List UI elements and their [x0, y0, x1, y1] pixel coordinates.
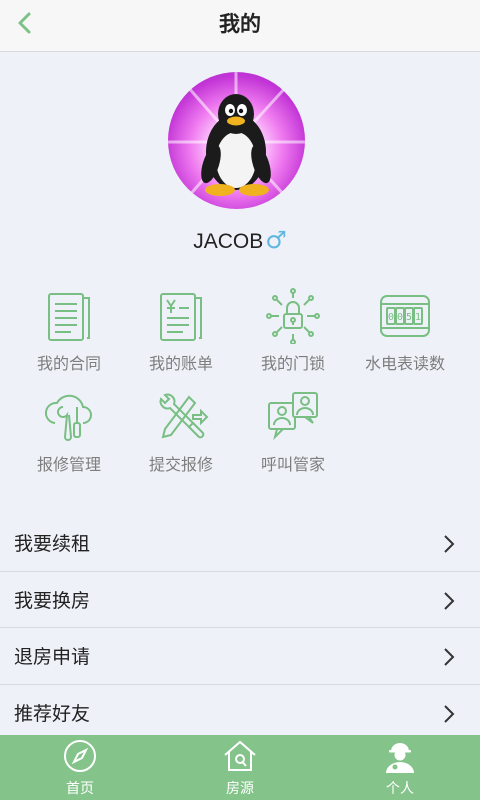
tab-label: 首页 — [66, 781, 94, 797]
tab-label: 个人 — [386, 781, 414, 797]
chevron-right-icon — [444, 535, 455, 553]
grid-item-submit-repair[interactable]: 提交报修 — [126, 389, 236, 485]
tab-label: 房源 — [226, 781, 254, 797]
grid-label: 水电表读数 — [364, 354, 445, 373]
grid-item-repair-manage[interactable]: 报修管理 — [14, 389, 124, 485]
avatar[interactable] — [168, 72, 305, 209]
bottom-tab-bar: 首页 房源 个人 — [0, 735, 480, 800]
grid-item-lock[interactable]: 我的门锁 — [238, 288, 348, 384]
menu-item-label: 我要续租 — [14, 533, 91, 555]
page-title: 我的 — [219, 12, 261, 36]
compass-icon — [64, 740, 96, 772]
menu-item-label: 退房申请 — [14, 646, 91, 668]
bill-icon — [160, 293, 202, 341]
top-bar: 我的 — [0, 0, 480, 52]
grid-label: 报修管理 — [36, 455, 101, 474]
menu-list: 我要续租 我要换房 退房申请 推荐好友 — [0, 515, 480, 741]
person-icon — [386, 743, 414, 773]
menu-item-checkout[interactable]: 退房申请 — [0, 628, 480, 685]
tab-personal[interactable]: 个人 — [320, 735, 480, 800]
menu-item-change-room[interactable]: 我要换房 — [0, 572, 480, 628]
grid-label: 我的门锁 — [260, 354, 325, 373]
gender-male-icon: ♂ — [265, 226, 287, 254]
svg-text:5: 5 — [406, 312, 412, 323]
grid-label: 我的账单 — [148, 354, 213, 373]
menu-item-renew[interactable]: 我要续租 — [0, 515, 480, 572]
grid-item-contract[interactable]: 我的合同 — [14, 288, 124, 384]
contract-icon — [48, 293, 90, 341]
grid-item-call-steward[interactable]: 呼叫管家 — [238, 389, 348, 485]
smart-lock-icon — [266, 288, 320, 344]
call-steward-icon — [268, 392, 318, 441]
grid-item-bill[interactable]: 我的账单 — [126, 288, 236, 384]
house-icon — [224, 740, 256, 771]
menu-item-label: 我要换房 — [14, 589, 91, 612]
svg-text:0: 0 — [388, 312, 394, 323]
grid-label: 我的合同 — [36, 354, 101, 373]
grid-item-meter[interactable]: 0051 水电表读数 — [350, 288, 460, 384]
cloud-tools-icon — [45, 394, 92, 441]
meter-icon: 0051 — [380, 295, 430, 337]
user-name: JACOB — [193, 230, 264, 253]
menu-item-label: 推荐好友 — [14, 702, 91, 725]
tab-home[interactable]: 首页 — [0, 735, 160, 800]
chevron-right-icon — [444, 591, 455, 610]
chevron-right-icon — [444, 704, 455, 723]
menu-item-refer-friend[interactable]: 推荐好友 — [0, 685, 480, 741]
svg-text:0: 0 — [397, 312, 403, 323]
grid-label: 呼叫管家 — [260, 455, 325, 474]
user-name-row: JACOB♂ — [0, 226, 480, 254]
chevron-right-icon — [444, 648, 455, 666]
grid-label: 提交报修 — [148, 455, 213, 474]
tab-listings[interactable]: 房源 — [160, 735, 320, 800]
penguin-avatar — [168, 72, 305, 199]
svg-text:1: 1 — [415, 312, 421, 323]
repair-tools-icon — [159, 393, 209, 439]
